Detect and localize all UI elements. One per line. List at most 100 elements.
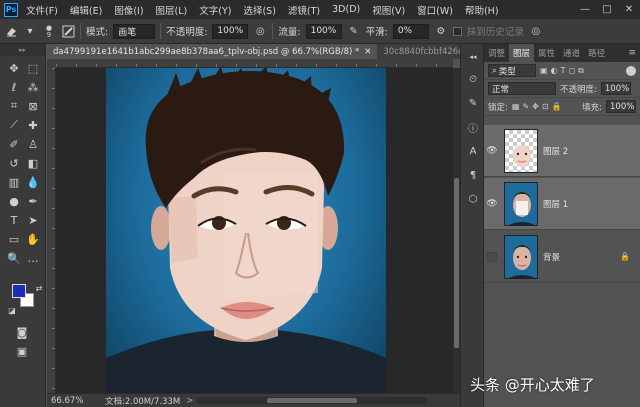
smart-object-filter-icon[interactable]: ⧉	[578, 66, 584, 76]
lock-artboard-icon[interactable]: ⊡	[542, 102, 549, 111]
rectangle-tool-icon[interactable]: ▭	[6, 231, 22, 247]
pressure-opacity-icon[interactable]: ◎	[253, 24, 267, 38]
layer-row-layer1[interactable]: 👁 图层 1	[484, 178, 640, 230]
close-tab-icon[interactable]: ✕	[364, 47, 371, 57]
erase-to-history-checkbox[interactable]	[452, 26, 462, 36]
eye-icon[interactable]: 👁	[484, 146, 500, 156]
zoom-level[interactable]: 66.67%	[51, 396, 99, 406]
swap-colors-icon[interactable]: ⇄	[31, 280, 47, 296]
zoom-tool-icon[interactable]: 🔍	[6, 250, 22, 266]
menu-image[interactable]: 图像(I)	[114, 3, 143, 17]
pen-tool-icon[interactable]: ✒	[25, 193, 41, 209]
canvas-area[interactable]	[56, 68, 453, 393]
eyedropper-tool-icon[interactable]: ⟋	[6, 117, 22, 133]
eraser-tool-icon[interactable]: ◧	[25, 155, 41, 171]
type-tool-icon[interactable]: T	[6, 212, 22, 228]
toolbar-grip-icon[interactable]: ▸▸	[0, 44, 45, 56]
layer-row-background[interactable]: 背景 🔒	[484, 231, 640, 283]
foreground-color-swatch[interactable]	[12, 284, 26, 298]
menu-file[interactable]: 文件(F)	[26, 3, 58, 17]
filter-type-select[interactable]: ⌕ 类型	[488, 64, 536, 77]
menu-layer[interactable]: 图层(L)	[156, 3, 188, 17]
menu-window[interactable]: 窗口(W)	[417, 3, 453, 17]
shape-filter-icon[interactable]: ◻	[568, 66, 575, 76]
marquee-tool-icon[interactable]: ⬚	[25, 60, 41, 76]
document-image[interactable]	[106, 68, 386, 393]
brush-preset-icon[interactable]: ● 9	[42, 24, 56, 39]
brush-panel-icon[interactable]: ✎	[466, 96, 480, 110]
frame-tool-icon[interactable]: ⊠	[25, 98, 41, 114]
character-panel-icon[interactable]: A	[466, 144, 480, 158]
dodge-tool-icon[interactable]: ●	[6, 193, 22, 209]
healing-brush-tool-icon[interactable]: ✚	[25, 117, 41, 133]
lock-position-icon[interactable]: ✥	[532, 102, 539, 111]
filter-toggle[interactable]	[626, 65, 636, 76]
airbrush-icon[interactable]: ✎	[347, 24, 361, 38]
lock-all-icon[interactable]: 🔒	[552, 102, 562, 111]
tab-properties[interactable]: 属性	[534, 44, 559, 62]
paragraph-panel-icon[interactable]: ¶	[466, 168, 480, 182]
layer-name[interactable]: 图层 1	[543, 198, 568, 210]
layer-name[interactable]: 背景	[543, 251, 560, 263]
dropdown-arrow-icon[interactable]: ▾	[23, 24, 37, 38]
minimize-button[interactable]: —	[574, 4, 596, 15]
adjustment-filter-icon[interactable]: ◐	[551, 66, 558, 76]
tab-layers[interactable]: 图层	[509, 44, 535, 62]
gear-icon[interactable]: ⚙	[434, 24, 448, 38]
menu-3d[interactable]: 3D(D)	[332, 4, 360, 15]
mode-select[interactable]: 画笔	[113, 23, 156, 39]
clone-stamp-tool-icon[interactable]: ♙	[25, 136, 41, 152]
3d-panel-icon[interactable]: ⬡	[466, 192, 480, 206]
layer-opacity-input[interactable]: 100%	[600, 82, 631, 95]
blend-mode-select[interactable]: 正常	[488, 82, 556, 95]
brush-settings-icon[interactable]	[61, 24, 75, 38]
move-tool-icon[interactable]: ✥	[6, 60, 22, 76]
history-panel-icon[interactable]: ⏲	[466, 72, 480, 86]
horizontal-scrollbar[interactable]	[197, 397, 427, 404]
menu-type[interactable]: 文字(Y)	[199, 3, 231, 17]
brush-tool-icon[interactable]: ✐	[6, 136, 22, 152]
more-tools-icon[interactable]: …	[25, 250, 41, 266]
info-panel-icon[interactable]: ⓘ	[466, 120, 480, 135]
horizontal-scrollbar-thumb[interactable]	[267, 398, 357, 403]
menu-edit[interactable]: 编辑(E)	[70, 3, 102, 17]
history-brush-tool-icon[interactable]: ↺	[6, 155, 22, 171]
menu-filter[interactable]: 滤镜(T)	[288, 3, 320, 17]
default-colors-icon[interactable]: ◪	[4, 302, 20, 318]
blur-tool-icon[interactable]: 💧	[25, 174, 41, 190]
close-window-button[interactable]: ✕	[618, 4, 640, 15]
layer-row-layer2[interactable]: 👁 图层 2	[484, 125, 640, 177]
vertical-ruler[interactable]	[47, 68, 56, 393]
layer-name[interactable]: 图层 2	[543, 145, 568, 157]
menu-select[interactable]: 选择(S)	[243, 3, 275, 17]
maximize-button[interactable]: □	[596, 4, 618, 15]
type-filter-icon[interactable]: T	[561, 66, 566, 76]
horizontal-ruler[interactable]	[56, 59, 453, 68]
tab-channels[interactable]: 通道	[559, 44, 584, 62]
tab-inactive-document[interactable]: 30c8840fcbbf426d9ee54ef4dded3	[377, 44, 460, 59]
tab-active-document[interactable]: da4799191e1641b1abc299ae8b378aa6_tplv-ob…	[47, 44, 378, 59]
panel-menu-icon[interactable]: ≡	[628, 44, 640, 62]
lasso-tool-icon[interactable]: ℓ	[6, 79, 22, 95]
quick-mask-icon[interactable]: ◙	[14, 324, 30, 340]
visibility-toggle[interactable]	[487, 251, 497, 262]
menu-view[interactable]: 视图(V)	[372, 3, 405, 17]
eye-icon[interactable]: 👁	[484, 199, 500, 209]
gradient-tool-icon[interactable]: ▥	[6, 174, 22, 190]
tab-adjustments[interactable]: 调整	[484, 44, 509, 62]
status-menu-arrow[interactable]: >	[186, 396, 193, 406]
pressure-size-icon[interactable]: ◎	[529, 24, 543, 38]
collapse-icon[interactable]: ◂◂	[466, 50, 480, 64]
magic-wand-tool-icon[interactable]: ⁂	[25, 79, 41, 95]
crop-tool-icon[interactable]: ⌗	[6, 98, 22, 114]
fill-input[interactable]: 100%	[606, 100, 636, 113]
lock-transparent-icon[interactable]: ▦	[512, 102, 520, 111]
vertical-scrollbar-thumb[interactable]	[454, 178, 459, 348]
flow-input[interactable]: 100%	[305, 23, 342, 39]
lock-image-icon[interactable]: ✎	[522, 102, 529, 111]
screen-mode-icon[interactable]: ▣	[14, 343, 30, 359]
pixel-filter-icon[interactable]: ▣	[540, 66, 548, 76]
hand-tool-icon[interactable]: ✋	[25, 231, 41, 247]
smoothing-input[interactable]: 0%	[392, 23, 429, 39]
vertical-scrollbar[interactable]	[453, 68, 460, 393]
